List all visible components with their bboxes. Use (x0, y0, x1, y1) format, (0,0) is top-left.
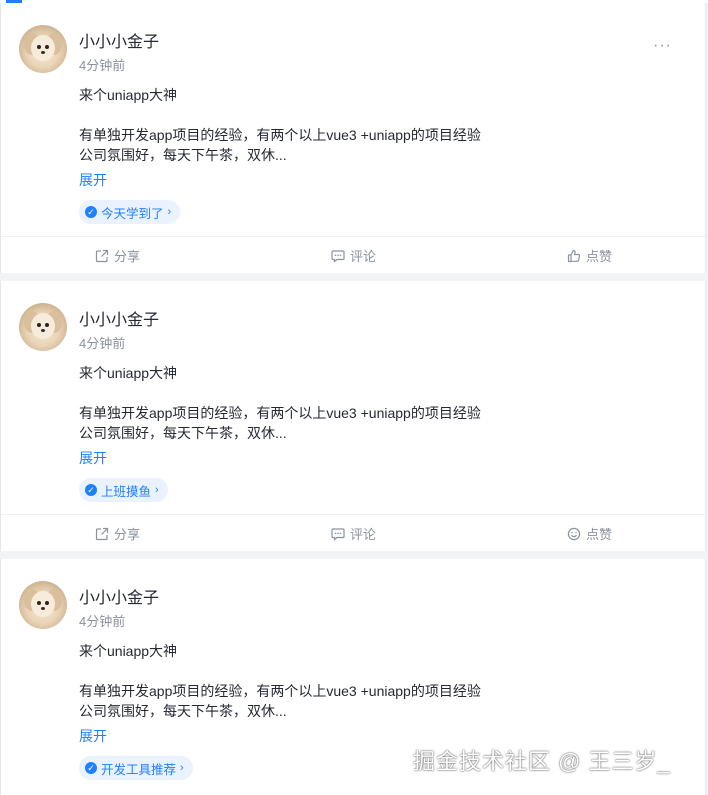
share-button[interactable]: 分享 (95, 515, 140, 552)
topic-icon: ✓ (85, 762, 97, 774)
like-face-icon (567, 527, 581, 540)
more-options-icon[interactable]: ··· (653, 37, 672, 55)
comment-icon (331, 527, 345, 541)
post-time: 4分钟前 (79, 614, 126, 629)
comment-label: 评论 (350, 527, 377, 542)
post-text-line: 公司氛围好，每天下午茶，双休... (79, 147, 287, 163)
post-card: 小小小金子 4分钟前 ··· 来个uniapp大神 有单独开发app项目的经验，… (0, 3, 706, 273)
post-text-line: 有单独开发app项目的经验，有两个以上vue3 +uniapp的项目经验 (79, 127, 481, 143)
watermark: 掘金技术社区 @ 王三岁_ (413, 749, 671, 774)
expand-link[interactable]: 展开 (79, 448, 107, 468)
post-text-line: 来个uniapp大神 (79, 365, 178, 381)
expand-link[interactable]: 展开 (79, 170, 107, 190)
avatar-face (31, 591, 55, 617)
topic-tag[interactable]: ✓ 上班摸鱼 › (79, 478, 168, 502)
like-button[interactable]: 点赞 (567, 515, 612, 552)
avatar-eye (37, 601, 41, 605)
avatar-nose (41, 607, 45, 610)
action-bar: 分享 评论 点赞 (1, 514, 705, 552)
post-text-line: 有单独开发app项目的经验，有两个以上vue3 +uniapp的项目经验 (79, 405, 481, 421)
chevron-right-icon: › (180, 762, 184, 774)
share-label: 分享 (114, 249, 141, 264)
author-name[interactable]: 小小小金子 (79, 584, 159, 608)
like-label: 点赞 (586, 249, 613, 264)
avatar-eye (45, 601, 49, 605)
like-label: 点赞 (586, 527, 613, 542)
comment-label: 评论 (350, 249, 377, 264)
expand-link[interactable]: 展开 (79, 726, 107, 746)
avatar-nose (41, 51, 45, 54)
post-text-line: 有单独开发app项目的经验，有两个以上vue3 +uniapp的项目经验 (79, 683, 481, 699)
topic-tag-label: 上班摸鱼 (101, 484, 152, 499)
topic-tag-label: 开发工具推荐 (101, 762, 177, 777)
post-time: 4分钟前 (79, 336, 126, 351)
avatar-eye (45, 45, 49, 49)
topic-icon: ✓ (85, 484, 97, 496)
thumbs-up-icon (567, 249, 581, 262)
post-text-line: 公司氛围好，每天下午茶，双休... (79, 703, 287, 719)
author-name[interactable]: 小小小金子 (79, 28, 159, 52)
post-text-line: 来个uniapp大神 (79, 87, 178, 103)
share-button[interactable]: 分享 (95, 237, 140, 274)
author-name[interactable]: 小小小金子 (79, 306, 159, 330)
avatar-eye (37, 45, 41, 49)
topic-tag-label: 今天学到了 (101, 206, 164, 221)
topic-icon: ✓ (85, 206, 97, 218)
chevron-right-icon: › (167, 206, 172, 218)
avatar-face (31, 313, 55, 339)
post-time: 4分钟前 (79, 58, 126, 73)
share-icon (95, 249, 109, 262)
post-text-line: 来个uniapp大神 (79, 643, 178, 659)
topic-tag[interactable]: ✓ 开发工具推荐 › (79, 756, 193, 780)
post-text-line: 公司氛围好，每天下午茶，双休... (79, 425, 287, 441)
avatar-eye (45, 323, 49, 327)
avatar[interactable] (19, 581, 67, 629)
topic-tag[interactable]: ✓ 今天学到了 › (79, 200, 181, 224)
share-icon (95, 527, 109, 540)
avatar[interactable] (19, 303, 67, 351)
avatar-face (31, 35, 55, 61)
comment-button[interactable]: 评论 (331, 515, 376, 552)
post-card: 小小小金子 4分钟前 来个uniapp大神 有单独开发app项目的经验，有两个以… (0, 281, 706, 551)
comment-button[interactable]: 评论 (331, 237, 376, 274)
share-label: 分享 (114, 527, 141, 542)
like-button[interactable]: 点赞 (567, 237, 612, 274)
comment-icon (331, 249, 345, 263)
avatar-eye (37, 323, 41, 327)
action-bar: 分享 评论 点赞 (1, 236, 705, 274)
avatar-nose (41, 329, 45, 332)
avatar[interactable] (19, 25, 67, 73)
chevron-right-icon: › (155, 484, 159, 496)
